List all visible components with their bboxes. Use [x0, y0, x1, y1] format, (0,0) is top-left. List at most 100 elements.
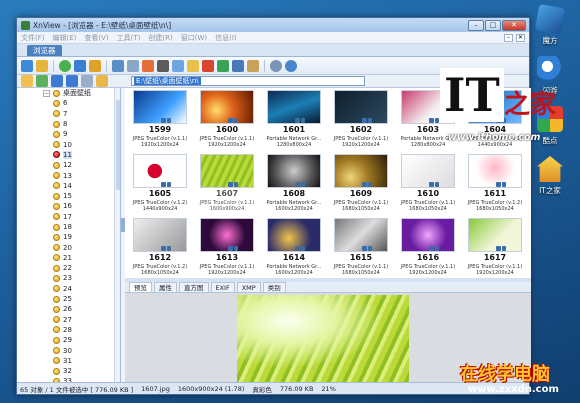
info-icon[interactable]	[285, 59, 297, 72]
fullscreen-icon[interactable]	[127, 59, 139, 72]
convert-icon[interactable]	[187, 59, 199, 72]
print-icon[interactable]	[157, 59, 169, 72]
menu-create[interactable]: 创建(R)	[148, 33, 172, 43]
tree-item[interactable]: 27	[17, 315, 120, 325]
scan-icon[interactable]	[172, 59, 184, 72]
tree-item[interactable]: 18	[17, 222, 120, 232]
tab-browser[interactable]: 浏览器	[27, 45, 62, 56]
tree-item[interactable]: 32	[17, 366, 120, 376]
tree-item[interactable]: 25	[17, 294, 120, 304]
rotate-icon[interactable]	[217, 59, 229, 72]
sort-icon[interactable]	[96, 75, 108, 87]
contact-sheet-icon[interactable]	[247, 59, 259, 72]
tree-item[interactable]: 12	[17, 160, 120, 170]
tree-item[interactable]: 10	[17, 139, 120, 149]
thumbnail-1613[interactable]: 1613 JPEG TrueColor (v.1.1) 1920x1200x24	[198, 218, 256, 278]
tree-item[interactable]: 26	[17, 304, 120, 314]
tree-item[interactable]: 29	[17, 335, 120, 345]
settings-icon[interactable]	[270, 59, 282, 72]
mdi-minimize-button[interactable]: –	[504, 33, 513, 42]
thumbnail-1607[interactable]: 1607 JPEG TrueColor (v.1.1) 1600x900x24	[198, 154, 256, 216]
tree-item[interactable]: 13	[17, 170, 120, 180]
tree-item[interactable]: 7	[17, 109, 120, 119]
browser-icon[interactable]	[21, 59, 33, 72]
tree-item[interactable]: 15	[17, 191, 120, 201]
tree-item[interactable]: 9	[17, 129, 120, 139]
menu-file[interactable]: 文件(F)	[21, 33, 45, 43]
tab-exif[interactable]: EXIF	[210, 282, 235, 292]
tree-item[interactable]: 28	[17, 325, 120, 335]
collapse-icon[interactable]: −	[43, 89, 50, 97]
folder-icon	[53, 264, 60, 272]
tab-xmp[interactable]: XMP	[236, 282, 261, 292]
mdi-close-button[interactable]: ✕	[516, 33, 525, 42]
tree-item[interactable]: 24	[17, 284, 120, 294]
thumbnail-1601[interactable]: 1601 Portable Network Gr... 1280x800x24	[265, 90, 323, 152]
thumbnail-1611[interactable]: 1611 JPEG TrueColor (v.1.2) 1680x1050x24	[466, 154, 524, 216]
toolbar-separator	[264, 59, 265, 72]
thumbnail-1614[interactable]: 1614 Portable Network Gr... 1600x1200x24	[265, 218, 323, 278]
back-icon[interactable]	[74, 59, 86, 72]
tab-category[interactable]: 类别	[262, 282, 286, 292]
menu-tools[interactable]: 工具(T)	[117, 33, 141, 43]
toolbar-separator	[53, 59, 54, 72]
desktop-icon-ithome[interactable]: IT之家	[526, 156, 574, 196]
tree-item[interactable]: 6	[17, 98, 120, 108]
web-page-icon[interactable]	[232, 59, 244, 72]
thumbnail-1599[interactable]: 1599 JPEG TrueColor (v.1.1) 1920x1200x24	[131, 90, 189, 152]
slideshow-icon[interactable]	[142, 59, 154, 72]
thumbnail-1615[interactable]: 1615 JPEG TrueColor (v.1.1) 1680x1050x24	[332, 218, 390, 278]
tree-scrollbar[interactable]	[114, 88, 120, 382]
scrollbar-thumb[interactable]	[116, 100, 120, 190]
folders-toggle-icon[interactable]	[21, 75, 33, 87]
tree-item[interactable]: 8	[17, 119, 120, 129]
favorites-icon[interactable]	[89, 59, 101, 72]
tree-item[interactable]: 19	[17, 232, 120, 242]
tree-item[interactable]: 21	[17, 253, 120, 263]
open-icon[interactable]	[112, 59, 124, 72]
tree-item[interactable]: 14	[17, 181, 120, 191]
tree-root[interactable]: − 桌面壁纸	[17, 88, 120, 98]
path-input[interactable]: E:\壁纸\桌面壁纸\n\	[131, 76, 365, 86]
tree-item[interactable]: 23	[17, 273, 120, 283]
exif-badge-icon	[501, 182, 507, 187]
panel-collapse-handle[interactable]	[121, 218, 125, 232]
title-bar[interactable]: XnView - [浏览器 - E:\壁纸\桌面壁纸\n\] – □ ✕	[17, 18, 529, 32]
thumbnail-1605[interactable]: 1605 JPEG TrueColor (v.1.2) 1440x900x24	[131, 154, 189, 216]
thumbnail-1616[interactable]: 1616 JPEG TrueColor (v.1.1) 1920x1200x24	[399, 218, 457, 278]
tree-item[interactable]: 30	[17, 345, 120, 355]
thumbnail-1602[interactable]: 1602 JPEG TrueColor (v.1.1) 1920x1200x24	[332, 90, 390, 152]
thumbnail-1608[interactable]: 1608 Portable Network Gr... 1600x1200x24	[265, 154, 323, 216]
tab-histogram[interactable]: 直方图	[179, 282, 209, 292]
thumbnail-1610[interactable]: 1610 JPEG TrueColor (v.1.1) 1680x1050x24	[399, 154, 457, 216]
menu-info[interactable]: 信息(I)	[215, 33, 237, 43]
tree-item[interactable]: 31	[17, 356, 120, 366]
thumbnail-1612[interactable]: 1612 JPEG TrueColor (v.1.2) 1680x1050x24	[131, 218, 189, 278]
go-forward-icon[interactable]	[66, 75, 78, 87]
close-button[interactable]: ✕	[502, 19, 526, 31]
tab-preview[interactable]: 预览	[129, 282, 152, 292]
refresh-icon[interactable]	[59, 59, 71, 72]
menu-view[interactable]: 查看(V)	[84, 33, 108, 43]
view-mode-icon[interactable]	[81, 75, 93, 87]
thumbnail-1609[interactable]: 1609 JPEG TrueColor (v.1.1) 1680x1050x24	[332, 154, 390, 216]
tree-item[interactable]: 16	[17, 201, 120, 211]
maximize-button[interactable]: □	[485, 19, 501, 31]
minimize-button[interactable]: –	[468, 19, 484, 31]
desktop-icon-mofang[interactable]: 魔方	[526, 3, 574, 46]
tree-item[interactable]: 22	[17, 263, 120, 273]
thumbnail-1600[interactable]: 1600 JPEG TrueColor (v.1.1) 1920x1200x24	[198, 90, 256, 152]
menu-edit[interactable]: 编辑(E)	[53, 33, 77, 43]
thumbnail-image	[267, 218, 321, 252]
tab-properties[interactable]: 属性	[154, 282, 177, 292]
go-back-icon[interactable]	[51, 75, 63, 87]
tree-item[interactable]: 20	[17, 242, 120, 252]
menu-window[interactable]: 窗口(W)	[181, 33, 207, 43]
tree-item[interactable]: 11	[17, 150, 120, 160]
exif-badge-icon	[367, 118, 373, 123]
stop-icon[interactable]	[202, 59, 214, 72]
tree-item[interactable]: 17	[17, 212, 120, 222]
up-icon[interactable]	[36, 75, 48, 87]
folder-icon[interactable]	[36, 59, 48, 72]
thumbnail-1617[interactable]: 1617 JPEG TrueColor (v.1.1) 1920x1200x24	[466, 218, 524, 278]
